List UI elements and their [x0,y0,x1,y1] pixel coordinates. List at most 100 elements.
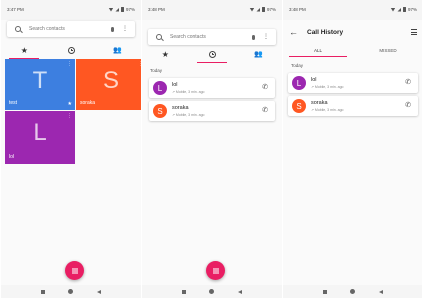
call-log-item[interactable]: L lol ↗ Mobile, 3 min. ago ✆ [149,78,275,98]
mic-icon[interactable] [252,34,255,40]
back-nav-icon[interactable] [238,289,243,294]
battery-icon [403,7,406,12]
more-icon[interactable]: ⋮ [67,113,72,119]
favorites-screen: 3:47 PM 97% ⋮ ★ 👥 T ⋮ test ★ S [1,0,141,298]
wifi-icon [108,7,114,12]
home-nav-icon[interactable] [350,289,356,294]
tile-name: soraka [80,100,96,106]
call-log-item[interactable]: L lol ↗ Mobile, 3 min. ago ✆ [288,73,418,93]
call-log-item[interactable]: S soraka ↗ Mobile, 3 min. ago ✆ [288,96,418,116]
call-detail: ↗ Mobile, 3 min. ago [172,90,205,94]
call-name: soraka [172,105,189,111]
phone-icon[interactable]: ✆ [262,84,268,92]
wifi-icon [390,7,396,12]
search-bar[interactable]: ⋮ [148,29,276,45]
search-icon [156,34,162,40]
tile-letter: S [102,67,119,94]
dialpad-icon [71,267,78,274]
section-header: Today [291,63,304,68]
more-icon[interactable]: ⋮ [67,61,72,67]
tab-favorites[interactable]: ★ [142,46,189,63]
back-nav-icon[interactable] [97,289,102,294]
status-icons: 97% [249,7,276,12]
more-icon[interactable]: ⋮ [138,61,141,67]
signal-icon [115,7,120,12]
back-arrow-icon[interactable]: ← [289,28,298,37]
tab-missed[interactable]: MISSED [353,44,422,57]
status-time: 3:47 PM [7,7,24,12]
status-bar: 3:48 PM 97% [283,0,422,20]
status-bar: 3:47 PM 97% [1,0,141,20]
people-icon: 👥 [254,51,264,58]
call-log-item[interactable]: S soraka ↗ Mobile, 3 min. ago ✆ [149,101,275,121]
search-input[interactable] [170,34,248,40]
tab-contacts[interactable]: 👥 [235,46,282,63]
tab-contacts[interactable]: 👥 [94,42,141,59]
battery-level: 97% [125,7,135,12]
battery-level: 97% [266,7,276,12]
nav-bar [142,285,282,298]
tab-bar: ★ 👥 [142,46,282,63]
battery-icon [262,7,265,12]
star-icon: ★ [161,49,169,59]
tab-all[interactable]: ALL [283,44,353,57]
call-detail: ↗ Mobile, 3 min. ago [172,113,205,117]
home-nav-icon[interactable] [68,289,74,294]
avatar: S [292,99,306,113]
clock-icon [208,51,216,58]
battery-level: 97% [407,7,417,12]
search-bar[interactable]: ⋮ [7,21,135,37]
status-time: 3:48 PM [148,7,165,12]
overflow-menu-icon[interactable]: ⋮ [263,34,269,40]
call-name: soraka [311,100,328,106]
section-header: Today [150,68,163,73]
menu-icon[interactable] [411,29,417,35]
nav-bar [1,285,141,298]
wifi-icon [249,7,255,12]
call-history-screen: 3:48 PM 97% ← Call History ALL MISSED To… [283,0,422,298]
status-icons: 97% [108,7,135,12]
dialpad-icon [212,267,219,274]
call-name: lol [311,77,317,83]
search-input[interactable] [29,26,107,32]
phone-icon[interactable]: ✆ [405,79,411,87]
tile-letter: T [32,67,48,94]
call-detail: ↗ Mobile, 3 min. ago [311,108,344,112]
people-icon: 👥 [113,47,123,54]
tab-favorites[interactable]: ★ [1,42,48,59]
back-nav-icon[interactable] [379,289,384,294]
search-icon [15,26,21,32]
phone-icon[interactable]: ✆ [262,107,268,115]
favorite-tile[interactable]: S ⋮ soraka [76,59,141,110]
star-icon: ★ [67,101,72,107]
home-nav-icon[interactable] [209,289,215,294]
page-title: Call History [307,29,344,36]
recents-screen: 3:48 PM 97% ⋮ ★ 👥 Today L lol ↗ Mobile, … [142,0,282,298]
call-name: lol [172,82,178,88]
tab-recents[interactable] [189,46,236,63]
tile-name: lol [9,154,15,160]
overflow-menu-icon[interactable]: ⋮ [122,26,128,32]
signal-icon [256,7,261,12]
recents-nav-icon[interactable] [181,289,186,294]
dialpad-fab[interactable] [206,261,225,280]
avatar: S [153,104,167,118]
tab-recents[interactable] [48,42,95,59]
dialpad-fab[interactable] [65,261,84,280]
call-detail: ↗ Mobile, 3 min. ago [311,85,344,89]
mic-icon[interactable] [111,26,114,32]
status-icons: 97% [390,7,417,12]
star-icon: ★ [20,45,28,55]
phone-icon[interactable]: ✆ [405,102,411,110]
status-bar: 3:48 PM 97% [142,0,282,20]
nav-bar [283,285,422,298]
battery-icon [121,7,124,12]
clock-icon [67,47,75,54]
recents-nav-icon[interactable] [322,289,327,294]
favorite-tile[interactable]: L ⋮ lol [5,111,75,164]
status-time: 3:48 PM [289,7,306,12]
favorite-tile[interactable]: T ⋮ test ★ [5,59,75,110]
signal-icon [397,7,402,12]
avatar: L [292,76,306,90]
recents-nav-icon[interactable] [40,289,45,294]
